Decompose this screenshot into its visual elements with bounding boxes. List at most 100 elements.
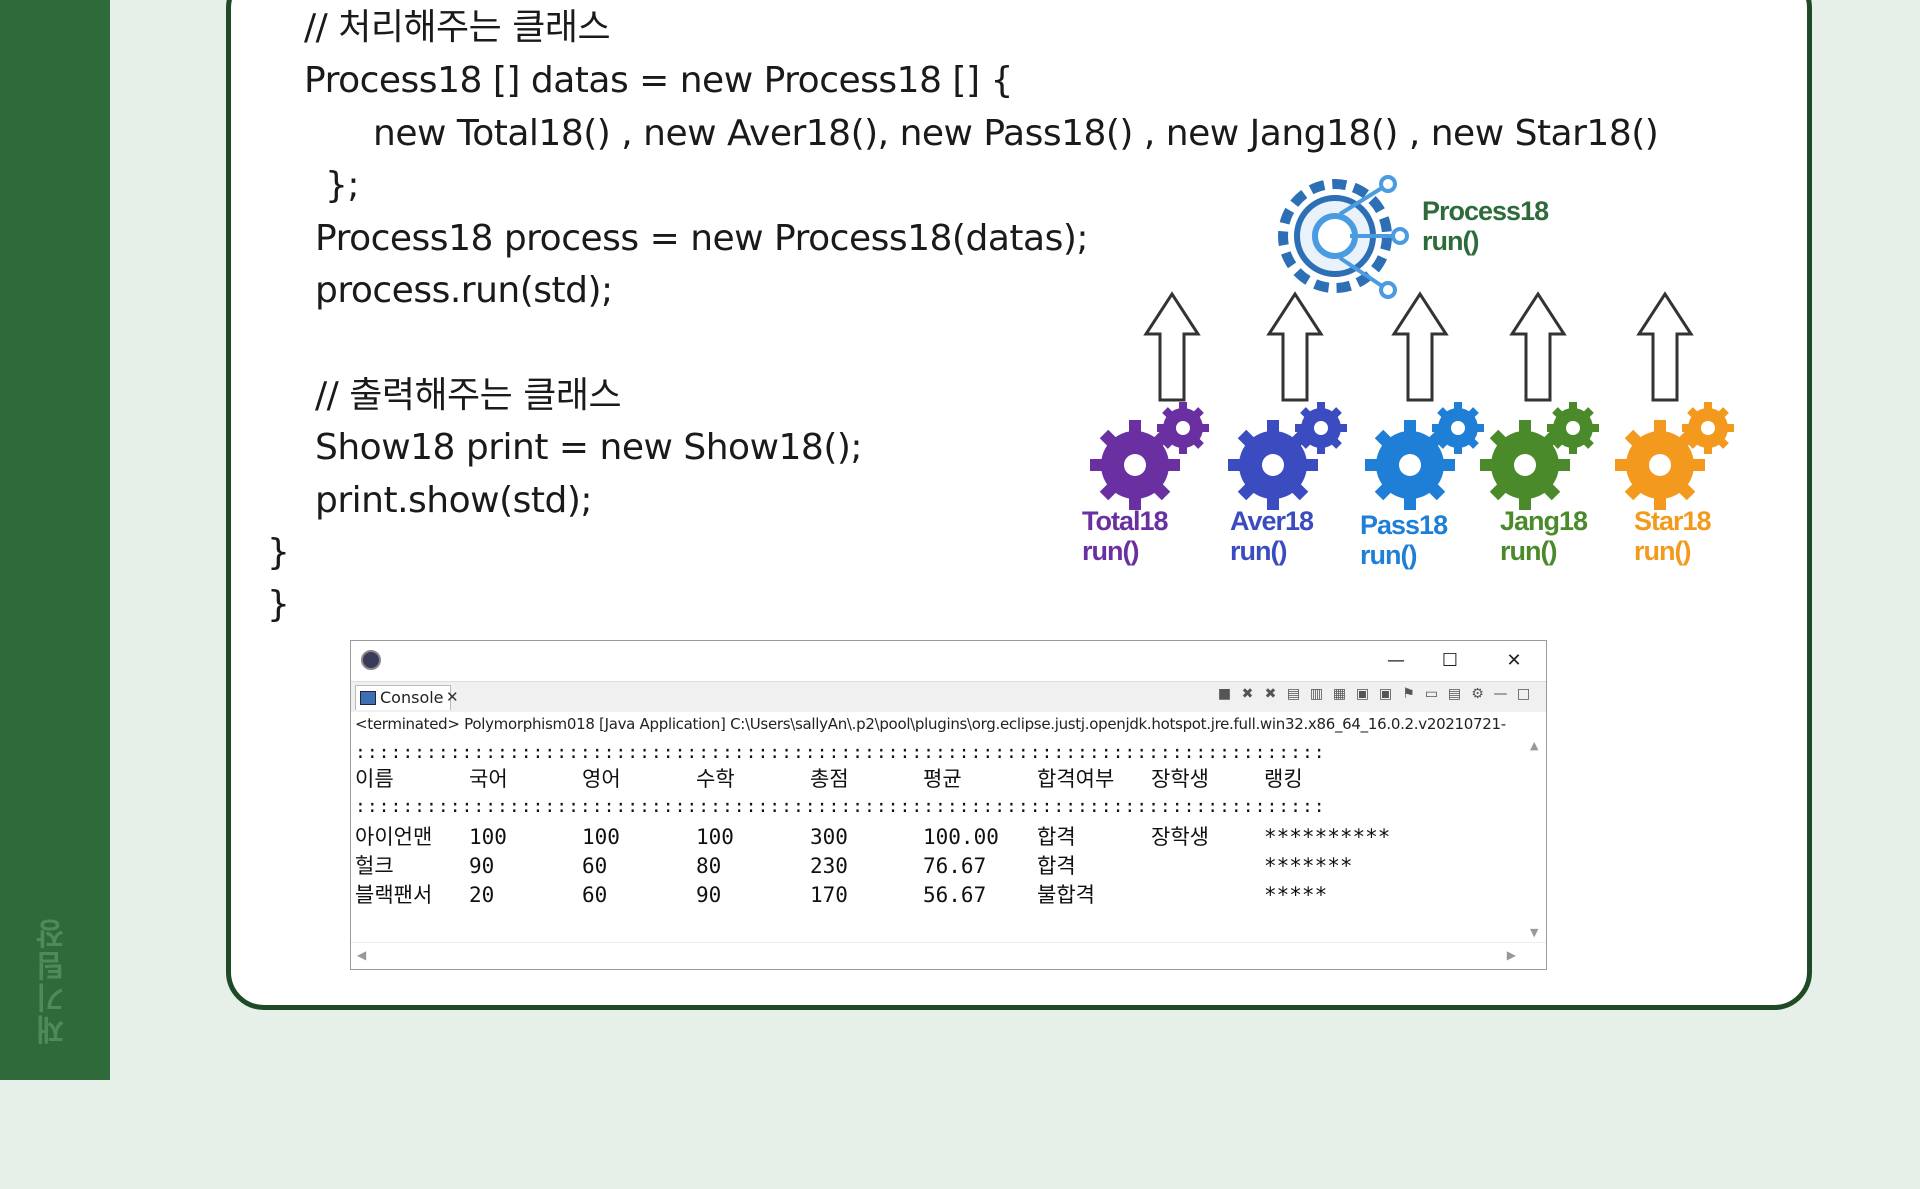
scroll-down-icon[interactable]: ▼ <box>1530 926 1538 939</box>
minimize-view-icon[interactable]: — <box>1492 686 1509 703</box>
display-console-icon[interactable]: ▭ <box>1423 686 1440 703</box>
row-cell: 불합격 <box>1037 883 1095 907</box>
row-cell: 60 <box>582 883 608 907</box>
show-on-error-icon[interactable]: ▣ <box>1377 686 1394 703</box>
vertical-scrollbar[interactable]: ▲ ▼ <box>1528 739 1542 939</box>
code-line-new: new Total18() , new Aver18(), new Pass18… <box>373 113 1659 154</box>
child-method-name: run() <box>1082 536 1139 566</box>
code-line-process: Process18 process = new Process18(datas)… <box>315 218 1089 259</box>
row-cell: 100.00 <box>923 825 999 849</box>
scroll-right-icon[interactable]: ▶ <box>1507 948 1516 962</box>
word-wrap-icon[interactable]: ▦ <box>1331 686 1348 703</box>
side-label: 재기팀장 <box>36 917 71 1045</box>
up-arrow-icon <box>1391 291 1449 402</box>
row-cell: 230 <box>810 854 848 878</box>
child-method-name: run() <box>1634 536 1691 566</box>
remove-launch-icon[interactable]: ✖ <box>1239 686 1256 703</box>
gear-icon <box>1090 402 1209 510</box>
horizontal-scrollbar[interactable]: ◀ ▶ <box>351 942 1546 969</box>
header-cell: 수학 <box>696 767 735 791</box>
row-cell: 300 <box>810 825 848 849</box>
code-line-print: print.show(std); <box>315 480 593 521</box>
maximize-view-icon[interactable]: □ <box>1515 686 1532 703</box>
header-row: 이름 국어 영어 수학 총점 평균 합격여부 장학생 랭킹 <box>355 765 1303 793</box>
title-bar: — ☐ ✕ <box>351 641 1546 681</box>
pin-console-icon[interactable]: ⚑ <box>1400 686 1417 703</box>
code-line-close: }; <box>325 165 360 206</box>
child-label-star: Star18 run() <box>1634 506 1712 566</box>
code-line-show: Show18 print = new Show18(); <box>315 427 863 468</box>
header-cell: 총점 <box>810 767 849 791</box>
row-cell: ********** <box>1264 825 1391 849</box>
child-method-name: run() <box>1360 540 1417 570</box>
gear-icon <box>1615 402 1734 510</box>
child-label-jang: Jang18 run() <box>1500 506 1588 566</box>
console-toolbar: ■ ✖ ✖ ▤ ▥ ▦ ▣ ▣ ⚑ ▭ ▤ ⚙ — □ <box>1216 686 1532 708</box>
row-cell: 90 <box>696 883 722 907</box>
code-block: // 처리해주는 클래스 Process18 [] datas = new Pr… <box>231 0 1659 651</box>
header-cell: 국어 <box>469 767 508 791</box>
close-button[interactable]: ✕ <box>1494 647 1534 675</box>
row-cell: 합격 <box>1037 854 1076 878</box>
scroll-left-icon[interactable]: ◀ <box>357 948 366 962</box>
row-cell: 헐크 <box>355 854 394 878</box>
minimize-button[interactable]: — <box>1376 647 1416 675</box>
row-cell: 20 <box>469 883 495 907</box>
separator-line: ::::::::::::::::::::::::::::::::::::::::… <box>355 796 1326 817</box>
header-cell: 장학생 <box>1151 767 1209 791</box>
scroll-up-icon[interactable]: ▲ <box>1530 739 1538 752</box>
row-cell: ***** <box>1264 883 1328 907</box>
gear-icon <box>1365 402 1484 510</box>
scroll-lock-icon[interactable]: ▥ <box>1308 686 1325 703</box>
child-method-name: run() <box>1230 536 1287 566</box>
tech-gear-icon <box>1278 175 1409 299</box>
header-cell: 이름 <box>355 767 394 791</box>
console-settings-icon[interactable]: ⚙ <box>1469 686 1486 703</box>
up-arrow-icon <box>1509 291 1567 402</box>
child-label-pass: Pass18 run() <box>1360 510 1448 570</box>
up-arrow-icon <box>1143 291 1201 402</box>
separator-line: ::::::::::::::::::::::::::::::::::::::::… <box>355 742 1326 763</box>
up-arrow-icon <box>1636 291 1694 402</box>
table-row: 아이언맨 100 100 100 300 100.00 합격 장학생 *****… <box>355 823 1390 851</box>
code-line-run: process.run(std); <box>315 270 613 311</box>
child-class-name: Jang18 <box>1500 506 1588 536</box>
gear-icon <box>1228 402 1347 510</box>
row-cell: 170 <box>810 883 848 907</box>
console-output: ::::::::::::::::::::::::::::::::::::::::… <box>355 739 1525 939</box>
row-cell: 아이언맨 <box>355 825 433 849</box>
terminate-icon[interactable]: ■ <box>1216 686 1233 703</box>
parent-class-label: Process18 run() <box>1422 196 1549 256</box>
code-close-brace-1: } <box>267 532 290 573</box>
maximize-button[interactable]: ☐ <box>1430 647 1470 675</box>
open-console-icon[interactable]: ▤ <box>1446 686 1463 703</box>
eclipse-app-icon <box>361 650 381 670</box>
row-cell: 100 <box>469 825 507 849</box>
tab-console-label: Console <box>380 688 444 707</box>
child-label-aver: Aver18 run() <box>1230 506 1314 566</box>
child-label-total: Total18 run() <box>1082 506 1169 566</box>
child-class-name: Total18 <box>1082 506 1169 536</box>
console-window: — ☐ ✕ Console ✕ ■ ✖ ✖ ▤ ▥ ▦ ▣ ▣ ⚑ ▭ ▤ ⚙ … <box>350 640 1547 970</box>
clear-console-icon[interactable]: ▤ <box>1285 686 1302 703</box>
row-cell: 76.67 <box>923 854 987 878</box>
row-cell: ******* <box>1264 854 1353 878</box>
parent-method-name: run() <box>1422 226 1479 256</box>
show-on-output-icon[interactable]: ▣ <box>1354 686 1371 703</box>
row-cell: 100 <box>582 825 620 849</box>
code-comment-process: // 처리해주는 클래스 <box>304 7 611 48</box>
code-line-datas: Process18 [] datas = new Process18 [] { <box>304 60 1013 101</box>
row-cell: 블랙팬서 <box>355 883 433 907</box>
child-class-name: Pass18 <box>1360 510 1448 540</box>
tab-console[interactable]: Console <box>355 685 451 710</box>
child-class-name: Aver18 <box>1230 506 1314 536</box>
code-comment-print: // 출력해주는 클래스 <box>315 375 622 416</box>
row-cell: 80 <box>696 854 722 878</box>
row-cell: 100 <box>696 825 734 849</box>
header-cell: 영어 <box>582 767 621 791</box>
table-row: 헐크 90 60 80 230 76.67 합격 ******* <box>355 852 1353 880</box>
remove-all-icon[interactable]: ✖ <box>1262 686 1279 703</box>
tab-close-icon[interactable]: ✕ <box>446 685 462 709</box>
polymorphism-diagram: Process18 run() Total18 run() Aver18 run… <box>1060 160 1760 580</box>
gear-icon <box>1480 402 1599 510</box>
